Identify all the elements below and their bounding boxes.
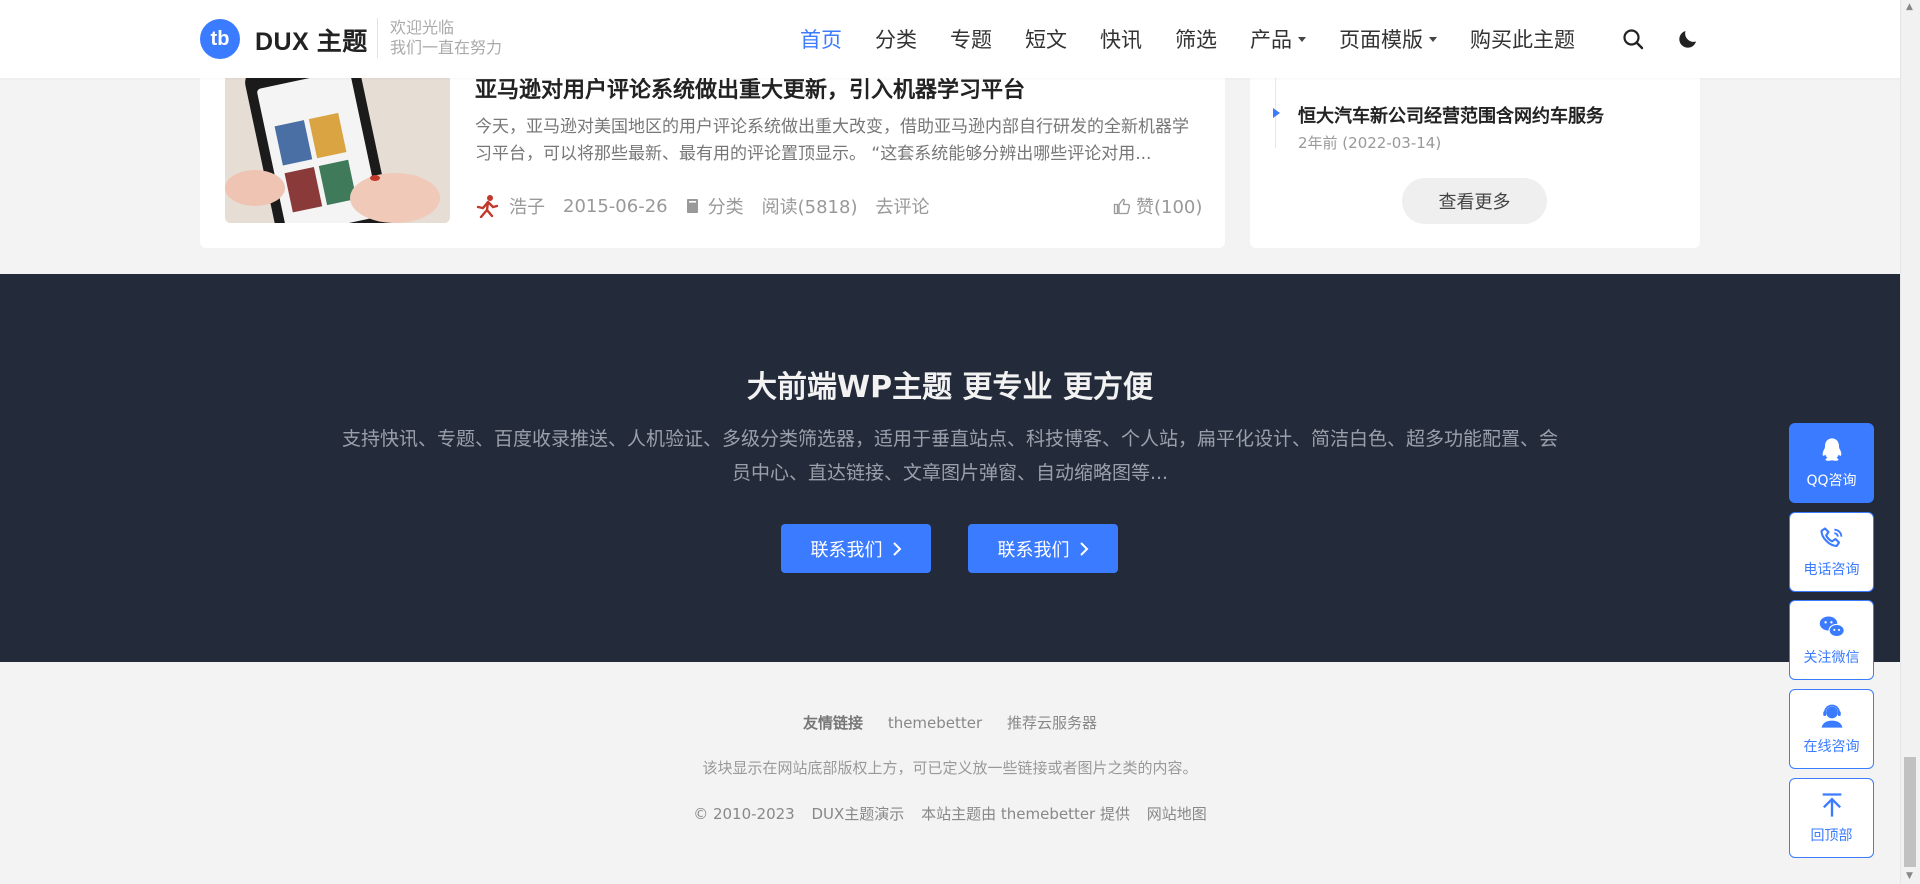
moon-icon[interactable] [1676,27,1700,51]
author-name: 浩子 [509,197,545,218]
site-brand[interactable]: DUX 主题 [255,22,368,58]
post-date: 2015-06-26 [563,195,668,217]
phone-consult-button[interactable]: 电话咨询 [1789,512,1874,592]
wechat-icon [1819,616,1845,638]
chevron-right-icon [892,541,901,556]
nav-item-label: 筛选 [1175,28,1217,52]
nav-item-label: 专题 [950,28,992,52]
nav-item-short[interactable]: 短文 [1025,24,1067,54]
post-comment-link[interactable]: 去评论 [875,193,929,219]
back-to-top-icon [1822,793,1841,817]
caret-down-icon [1298,36,1306,42]
sidebar-item-title[interactable]: 恒大汽车新公司经营范围含网约车服务 [1298,102,1604,128]
nav-item-home[interactable]: 首页 [800,24,842,54]
phone-image [225,78,450,223]
author-avatar-icon [476,195,499,218]
footer-friend-links: 友情链接 themebetter 推荐云服务器 [0,712,1900,733]
scroll-up-arrow-icon[interactable]: ▲ [1906,2,1913,12]
nav-item-label: 快讯 [1100,28,1142,52]
back-to-top-button[interactable]: 回顶部 [1789,778,1874,858]
sidebar-item-date: 2年前 (2022-03-14) [1298,134,1442,152]
support-icon [1821,704,1842,728]
friend-link-themebetter[interactable]: themebetter [888,714,982,732]
footer-note: 该块显示在网站底部版权上方，可已定义放一些链接或者图片之类的内容。 [702,759,1198,777]
nav-item-label: 分类 [875,28,917,52]
site-slogan: 欢迎光临 我们一直在努力 [390,18,502,58]
slogan-line-2: 我们一直在努力 [390,38,503,57]
site-link[interactable]: DUX主题演示 [812,805,905,823]
thumbs-up-icon [1113,198,1131,215]
nav-item-label: 短文 [1025,28,1067,52]
main-nav: 首页 分类 专题 短文 快讯 筛选 产品 页面模版 购买此主题 [800,24,1608,54]
nav-item-label: 页面模版 [1339,28,1423,52]
contact-button-1[interactable]: 联系我们 [781,524,931,573]
search-icon[interactable] [1621,27,1645,51]
book-icon [686,199,698,213]
float-label: 回顶部 [1810,828,1853,844]
powered-by[interactable]: 本站主题由 themebetter 提供 [921,805,1130,823]
contact-button-label: 联系我们 [810,539,883,561]
float-label: 在线咨询 [1803,739,1860,755]
copyright-text: © 2010-2023 [693,805,795,823]
nav-item-label: 首页 [800,28,842,52]
nav-item-label: 购买此主题 [1470,28,1575,52]
chevron-right-icon [1079,541,1088,556]
nav-item-news[interactable]: 快讯 [1100,24,1142,54]
category-label: 分类 [707,197,744,218]
qq-consult-button[interactable]: QQ咨询 [1789,423,1874,503]
like-button[interactable]: 赞(100) [1113,193,1202,219]
post-excerpt: 今天，亚马逊对美国地区的用户评论系统做出重大改变，借助亚马逊内部自行研发的全新机… [475,117,1189,164]
view-more-button[interactable]: 查看更多 [1402,178,1547,224]
nav-item-filter[interactable]: 筛选 [1175,24,1217,54]
wechat-follow-button[interactable]: 关注微信 [1789,600,1874,680]
scroll-down-arrow-icon[interactable]: ▼ [1906,871,1913,881]
float-label: 关注微信 [1803,650,1860,666]
contact-button-2[interactable]: 联系我们 [968,524,1118,573]
scrollbar-thumb[interactable] [1904,757,1916,867]
nav-item-buy[interactable]: 购买此主题 [1470,24,1575,54]
footer-copyright: © 2010-2023 DUX主题演示 本站主题由 themebetter 提供… [0,803,1900,824]
post-thumbnail[interactable] [225,78,450,223]
float-label: QQ咨询 [1806,473,1857,489]
timeline-marker-icon [1273,108,1280,118]
nav-item-products[interactable]: 产品 [1250,24,1306,54]
site-header: tb DUX 主题 欢迎光临 我们一直在努力 首页 分类 专题 短文 快讯 筛选… [0,0,1900,78]
caret-down-icon [1429,36,1437,42]
page-scrollbar[interactable] [1900,0,1920,884]
friend-links-label: 友情链接 [803,714,864,732]
sitemap-link[interactable]: 网站地图 [1147,805,1207,823]
site-logo[interactable]: tb [200,19,240,59]
contact-button-label: 联系我们 [997,539,1070,561]
friend-link-cloud[interactable]: 推荐云服务器 [1007,714,1097,732]
phone-icon [1819,527,1842,548]
nav-item-topic[interactable]: 专题 [950,24,992,54]
qq-icon [1822,438,1841,461]
nav-item-label: 产品 [1250,28,1292,52]
slogan-line-1: 欢迎光临 [390,18,455,37]
online-consult-button[interactable]: 在线咨询 [1789,689,1874,769]
nav-item-category[interactable]: 分类 [875,24,917,54]
float-label: 电话咨询 [1803,562,1860,578]
brand-divider [377,18,378,58]
banner-title: 大前端WP主题 更专业 更方便 [747,370,1153,405]
post-reads: 阅读(5818) [761,197,858,218]
banner-description: 支持快讯、专题、百度收录推送、人机验证、多级分类筛选器，适用于垂直站点、科技博客… [341,428,1558,484]
post-author[interactable]: 浩子 [475,193,545,219]
like-count: 赞(100) [1136,197,1203,218]
post-meta: 浩子 2015-06-26 分类 阅读(5818) 去评论 [475,193,947,219]
post-category[interactable]: 分类 [686,193,744,219]
nav-item-templates[interactable]: 页面模版 [1339,24,1437,54]
